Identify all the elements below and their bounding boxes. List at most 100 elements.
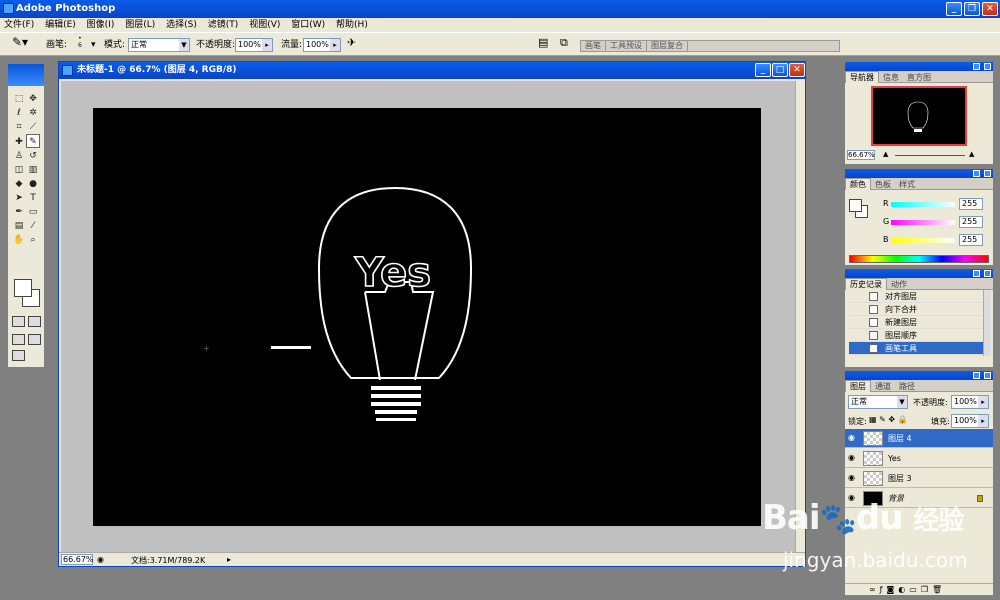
tab-styles[interactable]: 样式: [895, 179, 919, 190]
menu-layer[interactable]: 图层(L): [121, 18, 159, 32]
zoom-button-icon[interactable]: ◉: [97, 553, 104, 566]
jump-to-imageready-icon[interactable]: [12, 350, 25, 361]
eraser-tool-icon[interactable]: ◫: [12, 163, 26, 177]
lock-icons[interactable]: ▦ ✎ ✥ 🔒: [869, 415, 908, 424]
panel-close-icon[interactable]: [984, 170, 991, 177]
brush-dropdown-icon[interactable]: ▾: [91, 39, 96, 51]
channel-slider-b[interactable]: [891, 238, 955, 243]
panel-close-icon[interactable]: [984, 270, 991, 277]
type-tool-icon[interactable]: T: [26, 191, 40, 205]
tab-actions[interactable]: 动作: [887, 279, 911, 290]
channel-slider-g[interactable]: [891, 220, 955, 225]
navigator-thumbnail[interactable]: [871, 86, 967, 146]
channel-slider-r[interactable]: [891, 202, 955, 207]
brush-tool-icon[interactable]: ✎: [26, 134, 40, 148]
layer-opacity-field[interactable]: 100% ▸: [951, 395, 989, 409]
panel-minimize-icon[interactable]: [973, 270, 980, 277]
doc-maximize-button[interactable]: □: [772, 63, 788, 77]
pen-tool-icon[interactable]: ✒: [12, 205, 26, 219]
history-item[interactable]: 对齐图层: [849, 290, 983, 303]
tab-layers[interactable]: 图层: [845, 380, 871, 392]
fill-field[interactable]: 100% ▸: [951, 414, 989, 428]
magic-wand-tool-icon[interactable]: ✲: [26, 106, 40, 120]
zoom-tool-icon[interactable]: ⌕: [26, 233, 40, 247]
layer-row[interactable]: ◉ Yes: [845, 449, 993, 468]
history-item[interactable]: 新建图层: [849, 316, 983, 329]
panel-close-icon[interactable]: [984, 372, 991, 379]
history-scrollbar[interactable]: [983, 290, 991, 356]
slice-tool-icon[interactable]: ⟋: [26, 120, 40, 134]
menu-select[interactable]: 选择(S): [162, 18, 201, 32]
panel-minimize-icon[interactable]: [973, 372, 980, 379]
brush-tool-icon[interactable]: ✎▾: [12, 36, 28, 48]
tab-info[interactable]: 信息: [879, 72, 903, 83]
airbrush-icon[interactable]: ✈: [347, 37, 356, 49]
palette-menu-icon[interactable]: ▤: [538, 37, 548, 49]
file-browser-icon[interactable]: ⧉: [560, 37, 568, 49]
palette-tab-tool-presets[interactable]: 工具预设: [606, 41, 647, 51]
vertical-scrollbar[interactable]: [795, 81, 803, 553]
doc-close-button[interactable]: ✕: [789, 63, 805, 77]
navigator-zoom-field[interactable]: 66.67%: [847, 150, 875, 160]
opacity-field[interactable]: 100% ▸: [235, 38, 273, 52]
arrow-right-icon[interactable]: ▸: [262, 39, 272, 51]
zoom-out-icon[interactable]: ▲: [883, 150, 888, 158]
palette-tab-brushes[interactable]: 画笔: [581, 41, 606, 51]
palette-tab-layer-comps[interactable]: 图层复合: [647, 41, 688, 51]
brush-preset-picker[interactable]: • 6: [78, 35, 82, 49]
menu-filter[interactable]: 滤镜(T): [204, 18, 243, 32]
color-foreground-swatch[interactable]: [849, 199, 862, 212]
zoom-field[interactable]: 66.67%: [61, 554, 94, 565]
menu-view[interactable]: 视图(V): [245, 18, 284, 32]
mode-select[interactable]: 正常 ▼: [128, 38, 190, 52]
layer-row-selected[interactable]: ◉ 图层 4: [845, 429, 993, 448]
notes-tool-icon[interactable]: ▤: [12, 219, 26, 233]
flow-field[interactable]: 100% ▸: [303, 38, 341, 52]
arrow-right-icon[interactable]: ▸: [978, 396, 988, 408]
eye-icon[interactable]: ◉: [848, 474, 855, 482]
tab-channels[interactable]: 通道: [871, 381, 895, 392]
eye-icon[interactable]: ◉: [848, 454, 855, 462]
menu-file[interactable]: 文件(F): [0, 18, 38, 32]
standard-mode-icon[interactable]: [12, 316, 25, 327]
layer-row[interactable]: ◉ 图层 3: [845, 469, 993, 488]
panel-minimize-icon[interactable]: [973, 170, 980, 177]
restore-button[interactable]: ❐: [964, 2, 980, 16]
crop-tool-icon[interactable]: ⌗: [12, 120, 26, 134]
image-canvas[interactable]: Yes +: [93, 108, 761, 526]
panel-close-icon[interactable]: [984, 63, 991, 70]
history-item[interactable]: 向下合并: [849, 303, 983, 316]
shape-tool-icon[interactable]: ▭: [26, 205, 40, 219]
history-item-selected[interactable]: 画笔工具: [849, 342, 983, 355]
tab-histogram[interactable]: 直方图: [903, 72, 935, 83]
doc-minimize-button[interactable]: _: [755, 63, 771, 77]
tab-swatches[interactable]: 色板: [871, 179, 895, 190]
color-spectrum-bar[interactable]: [849, 255, 989, 263]
adjustment-icon[interactable]: ◐: [898, 585, 909, 594]
history-item[interactable]: 图层顺序: [849, 329, 983, 342]
standard-screen-mode-icon[interactable]: [12, 334, 25, 345]
foreground-color-swatch[interactable]: [14, 279, 32, 297]
panel-minimize-icon[interactable]: [973, 63, 980, 70]
move-tool-icon[interactable]: ✥: [26, 92, 40, 106]
dodge-tool-icon[interactable]: ●: [26, 177, 40, 191]
link-icon[interactable]: ∞: [869, 585, 880, 594]
new-layer-icon[interactable]: ❐: [921, 585, 932, 594]
trash-icon[interactable]: 🗑: [932, 585, 946, 594]
eye-icon[interactable]: ◉: [848, 434, 855, 442]
hand-tool-icon[interactable]: ✋: [12, 233, 26, 247]
menu-help[interactable]: 帮助(H): [332, 18, 372, 32]
blend-mode-select[interactable]: 正常 ▼: [848, 395, 908, 409]
healing-brush-tool-icon[interactable]: ✚: [12, 135, 26, 149]
status-menu-arrow-icon[interactable]: ▸: [227, 553, 231, 566]
layer-style-icon[interactable]: ƒ: [880, 585, 887, 594]
marquee-tool-icon[interactable]: ⬚: [12, 92, 26, 106]
menu-edit[interactable]: 编辑(E): [41, 18, 80, 32]
close-button[interactable]: ✕: [982, 2, 998, 16]
tab-navigator[interactable]: 导航器: [845, 71, 879, 83]
menu-image[interactable]: 图像(I): [83, 18, 119, 32]
tab-paths[interactable]: 路径: [895, 381, 919, 392]
history-brush-tool-icon[interactable]: ↺: [26, 149, 40, 163]
quick-mask-mode-icon[interactable]: [28, 316, 41, 327]
zoom-in-icon[interactable]: ▲: [969, 150, 974, 158]
